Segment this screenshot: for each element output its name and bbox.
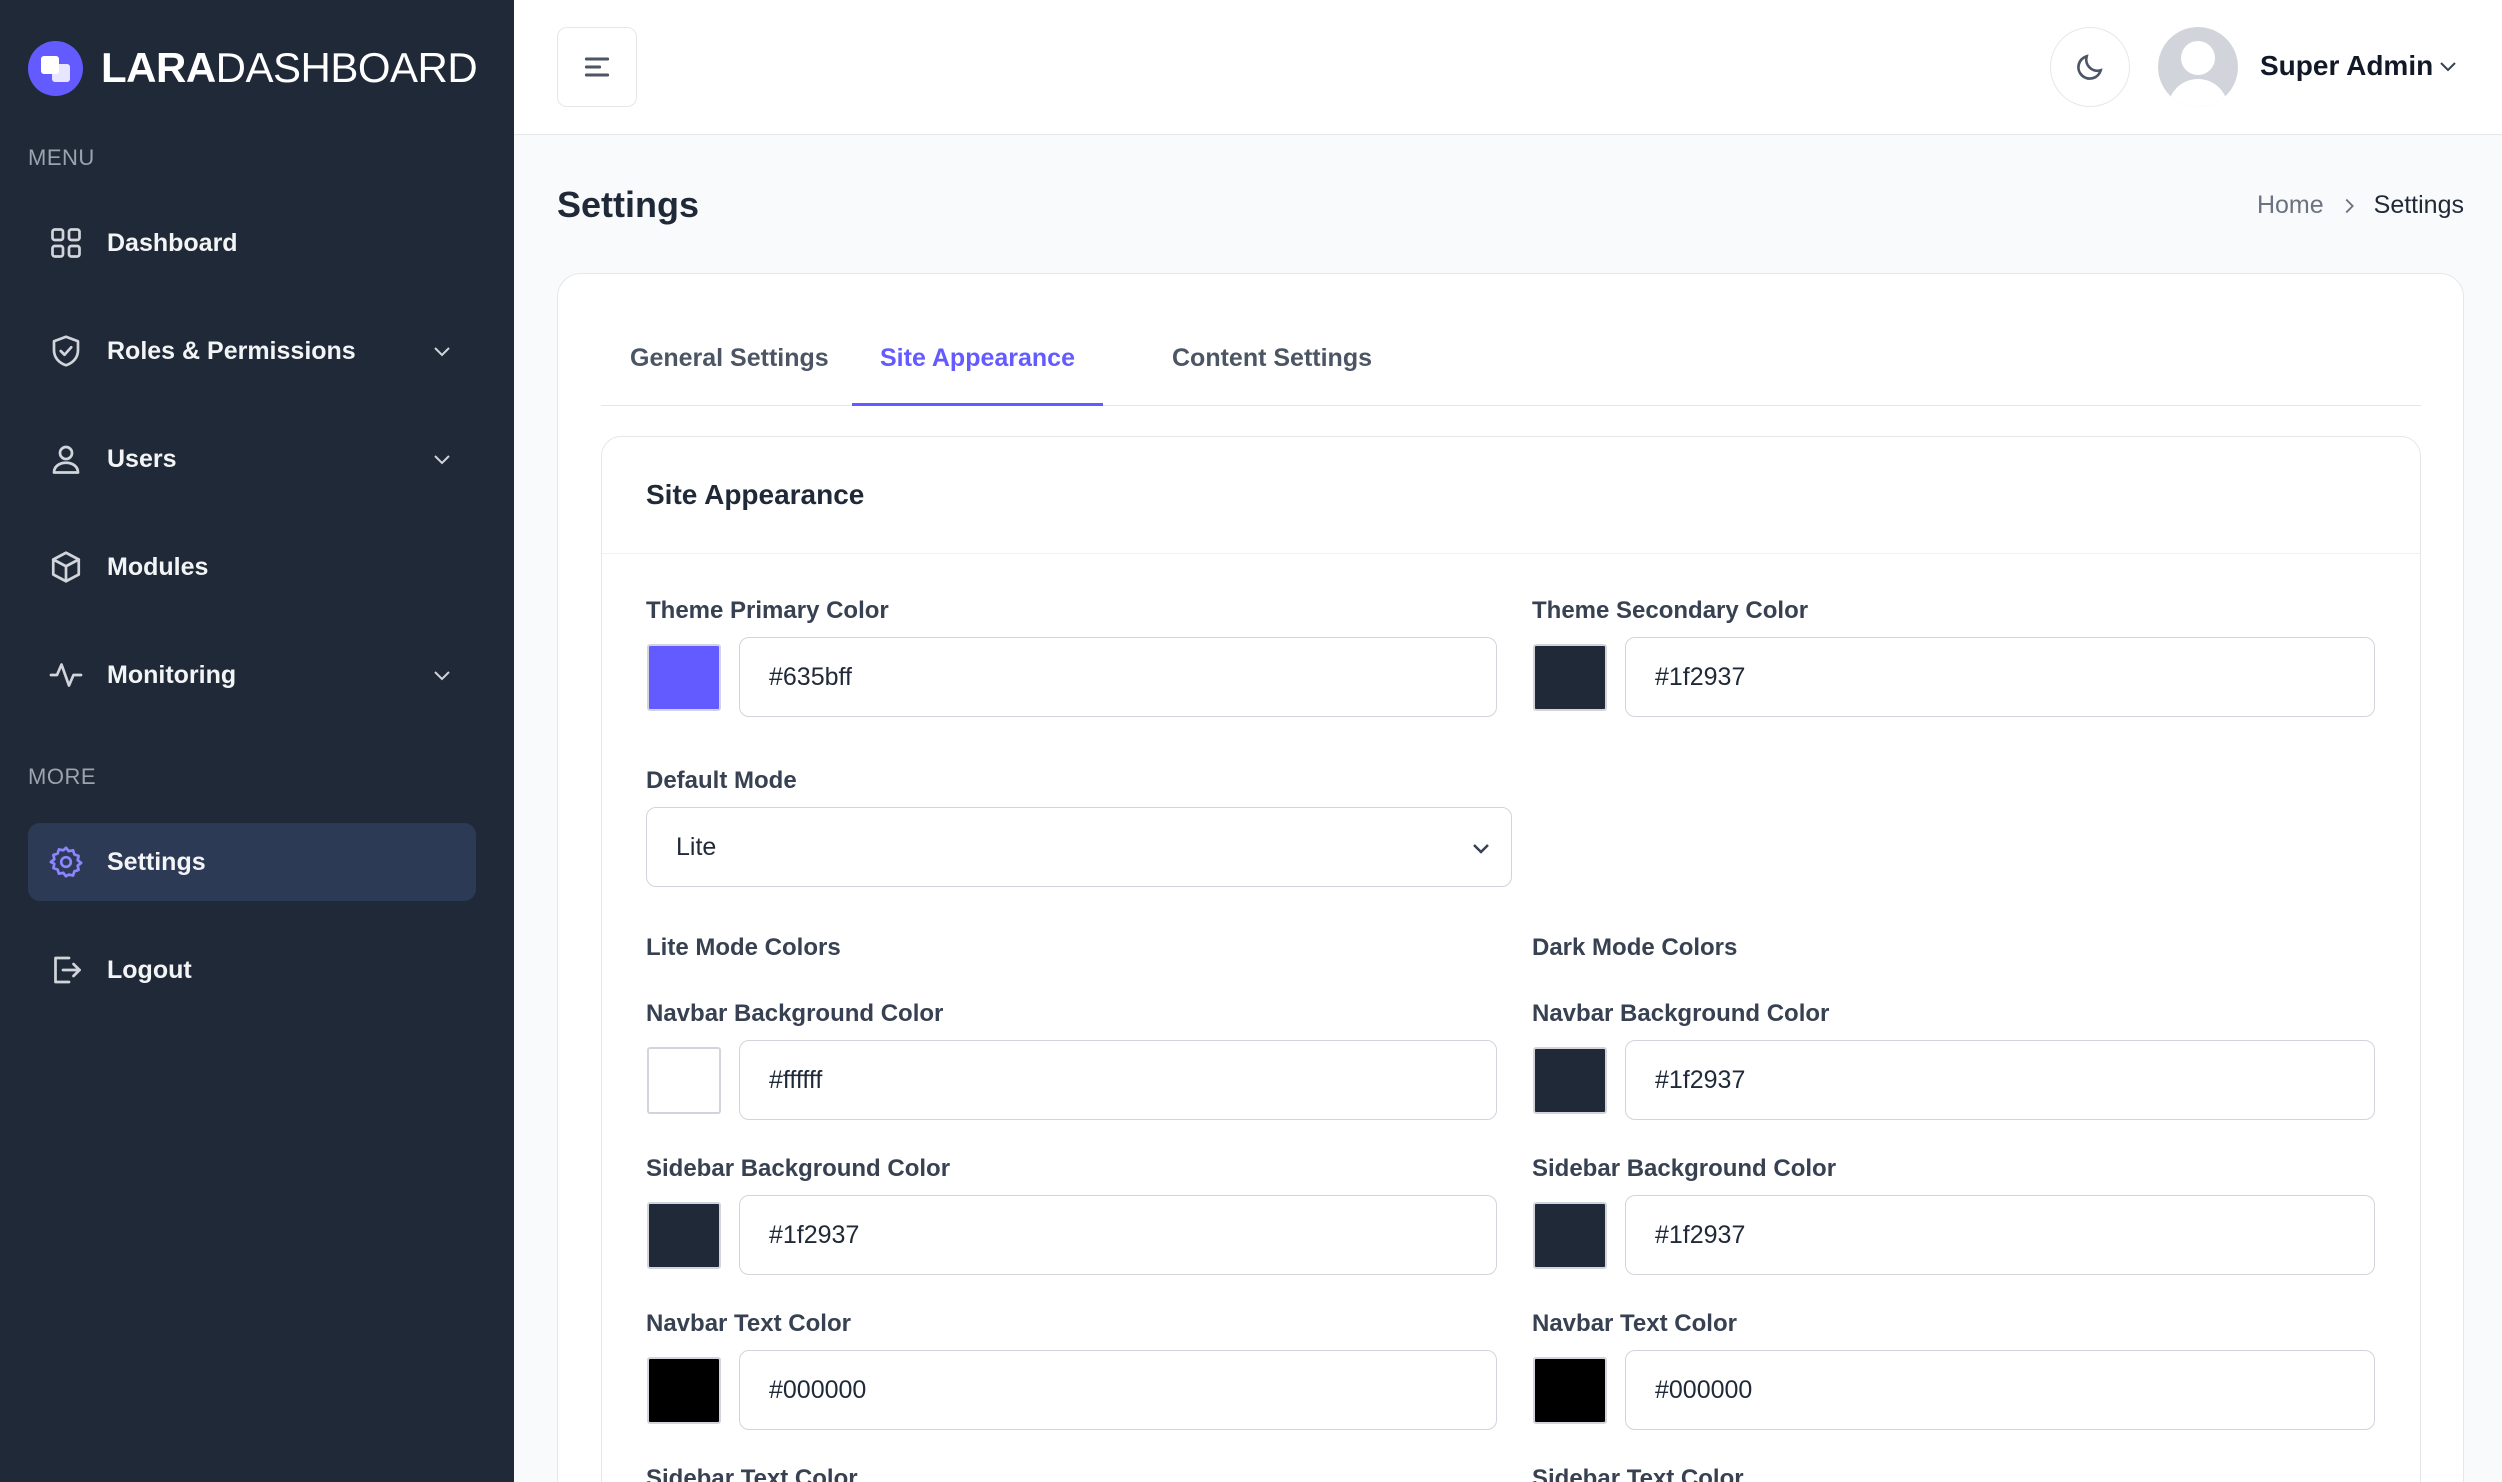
top-navbar: Super Admin bbox=[514, 0, 2502, 135]
activity-icon bbox=[48, 657, 84, 693]
sidebar-item-label: Roles & Permissions bbox=[107, 336, 356, 365]
lite-sidebar-bg-swatch[interactable] bbox=[647, 1202, 721, 1269]
lite-navbar-text-swatch[interactable] bbox=[647, 1357, 721, 1424]
sidebar-item-label: Settings bbox=[107, 847, 206, 876]
dark-sidebar-bg-input[interactable] bbox=[1625, 1195, 2375, 1275]
theme-primary-color-input[interactable] bbox=[739, 637, 1497, 717]
sidebar-item-logout[interactable]: Logout bbox=[28, 931, 476, 1009]
shield-check-icon bbox=[48, 333, 84, 369]
lite-navbar-text-label: Navbar Text Color bbox=[646, 1310, 851, 1337]
lite-navbar-bg-label: Navbar Background Color bbox=[646, 1000, 944, 1027]
settings-tabs: General Settings Site Appearance Content… bbox=[601, 274, 2421, 406]
lite-mode-colors-heading: Lite Mode Colors bbox=[646, 934, 841, 961]
tab-general-settings[interactable]: General Settings bbox=[602, 344, 857, 406]
dark-sidebar-text-label: Sidebar Text Color bbox=[1532, 1465, 1744, 1482]
dark-mode-colors-heading: Dark Mode Colors bbox=[1532, 934, 1738, 961]
chevron-down-icon[interactable] bbox=[2436, 54, 2460, 78]
site-appearance-panel: Site Appearance Theme Primary Color Them… bbox=[601, 436, 2421, 1482]
user-name[interactable]: Super Admin bbox=[2260, 50, 2433, 82]
default-mode-value: Lite bbox=[676, 832, 717, 861]
sidebar-item-label: Modules bbox=[107, 552, 209, 581]
logo-mark-icon bbox=[28, 40, 83, 96]
brand-name: LARADASHBOARD bbox=[101, 44, 478, 91]
breadcrumb: Home Settings bbox=[2257, 191, 2464, 220]
tab-site-appearance[interactable]: Site Appearance bbox=[852, 344, 1103, 406]
lite-navbar-text-input[interactable] bbox=[739, 1350, 1497, 1430]
theme-primary-color-swatch[interactable] bbox=[647, 644, 721, 711]
sidebar-item-label: Users bbox=[107, 444, 177, 473]
sidebar-item-dashboard[interactable]: Dashboard bbox=[28, 204, 476, 282]
chevron-down-icon bbox=[430, 663, 454, 687]
chevron-down-icon bbox=[430, 339, 454, 363]
sidebar-item-label: Logout bbox=[107, 955, 192, 984]
sidebar-item-roles-permissions[interactable]: Roles & Permissions bbox=[28, 312, 476, 390]
dark-sidebar-bg-swatch[interactable] bbox=[1533, 1202, 1607, 1269]
dark-navbar-text-swatch[interactable] bbox=[1533, 1357, 1607, 1424]
cube-icon bbox=[48, 549, 84, 585]
dark-navbar-text-label: Navbar Text Color bbox=[1532, 1310, 1737, 1337]
panel-title: Site Appearance bbox=[646, 479, 865, 510]
lite-sidebar-bg-label: Sidebar Background Color bbox=[646, 1155, 951, 1182]
default-mode-label: Default Mode bbox=[646, 767, 797, 794]
panel-header: Site Appearance bbox=[602, 437, 2420, 554]
more-section-label: MORE bbox=[28, 764, 96, 789]
lite-navbar-bg-input[interactable] bbox=[739, 1040, 1497, 1120]
menu-section-label: MENU bbox=[28, 145, 95, 170]
chevron-right-icon bbox=[2338, 195, 2360, 217]
theme-secondary-color-label: Theme Secondary Color bbox=[1532, 597, 1809, 624]
lite-navbar-bg-swatch[interactable] bbox=[647, 1047, 721, 1114]
moon-icon bbox=[2077, 54, 2103, 80]
dark-sidebar-bg-label: Sidebar Background Color bbox=[1532, 1155, 1837, 1182]
sidebar-item-label: Monitoring bbox=[107, 660, 237, 689]
sidebar-item-settings[interactable]: Settings bbox=[28, 823, 476, 901]
theme-secondary-color-input[interactable] bbox=[1625, 637, 2375, 717]
breadcrumb-current: Settings bbox=[2373, 191, 2464, 219]
grid-icon bbox=[48, 225, 84, 261]
breadcrumb-home-link[interactable]: Home bbox=[2257, 191, 2324, 220]
avatar[interactable] bbox=[2158, 27, 2238, 107]
sidebar-item-modules[interactable]: Modules bbox=[28, 528, 476, 606]
settings-card: General Settings Site Appearance Content… bbox=[557, 273, 2464, 1482]
brand-logo[interactable]: LARADASHBOARD bbox=[28, 40, 478, 96]
theme-secondary-color-swatch[interactable] bbox=[1533, 644, 1607, 711]
gear-icon bbox=[48, 844, 84, 880]
sidebar-toggle-button[interactable] bbox=[557, 27, 637, 107]
dark-navbar-bg-input[interactable] bbox=[1625, 1040, 2375, 1120]
sidebar-item-monitoring[interactable]: Monitoring bbox=[28, 636, 476, 714]
default-mode-select[interactable]: Lite bbox=[646, 807, 1512, 887]
lite-sidebar-bg-input[interactable] bbox=[739, 1195, 1497, 1275]
tab-content-settings[interactable]: Content Settings bbox=[1144, 344, 1400, 406]
chevron-down-icon bbox=[430, 447, 454, 471]
dark-navbar-bg-label: Navbar Background Color bbox=[1532, 1000, 1830, 1027]
menu-icon bbox=[584, 57, 610, 77]
sidebar-item-users[interactable]: Users bbox=[28, 420, 476, 498]
theme-primary-color-label: Theme Primary Color bbox=[646, 597, 889, 624]
sidebar-item-label: Dashboard bbox=[107, 228, 238, 257]
page-title: Settings bbox=[557, 184, 700, 225]
dark-navbar-text-input[interactable] bbox=[1625, 1350, 2375, 1430]
logout-icon bbox=[48, 952, 84, 988]
chevron-down-icon bbox=[1469, 836, 1493, 860]
dark-mode-toggle[interactable] bbox=[2050, 27, 2130, 107]
user-icon bbox=[48, 441, 84, 477]
sidebar: LARADASHBOARD MENU Dashboard Roles & Per… bbox=[0, 0, 514, 1482]
lite-sidebar-text-label: Sidebar Text Color bbox=[646, 1465, 858, 1482]
dark-navbar-bg-swatch[interactable] bbox=[1533, 1047, 1607, 1114]
